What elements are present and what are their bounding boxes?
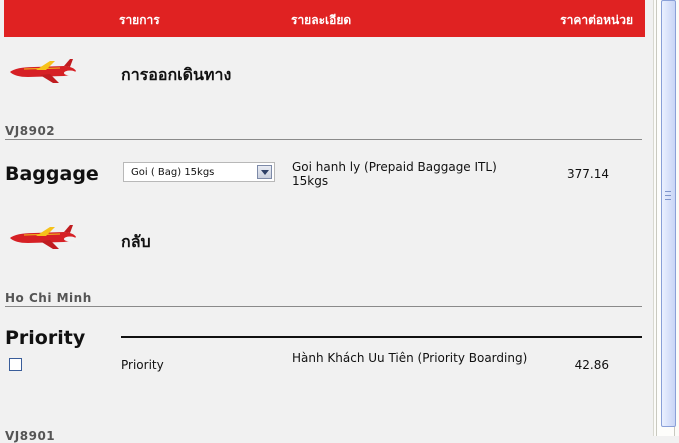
chevron-down-icon[interactable] <box>257 165 272 179</box>
outbound-title: การออกเดินทาง <box>121 65 232 84</box>
vertical-scrollbar[interactable] <box>653 0 679 436</box>
divider <box>5 306 642 307</box>
baggage-price: 377.14 <box>567 167 609 181</box>
priority-checkbox[interactable] <box>9 358 22 371</box>
divider <box>5 139 642 140</box>
priority-item-name: Priority <box>121 358 164 372</box>
priority-price: 42.86 <box>574 358 609 372</box>
baggage-select[interactable]: Goi ( Bag) 15kgs <box>123 162 275 182</box>
table-header: รายการ รายละเอียด ราคาต่อหน่วย <box>4 0 645 37</box>
header-item: รายการ <box>119 13 160 27</box>
outbound-flight-code: VJ8902 <box>5 124 56 138</box>
priority-description: Hành Khách Uu Tiên (Priority Boarding) <box>292 351 528 365</box>
priority-label: Priority <box>5 327 86 349</box>
baggage-selection-page: รายการ รายละเอียด ราคาต่อหน่วย การออกเดิ… <box>0 0 653 443</box>
airplane-icon <box>10 59 76 83</box>
header-unit-price: ราคาต่อหน่วย <box>560 13 633 27</box>
next-flight-code: VJ8901 <box>5 429 56 443</box>
scrollbar-track[interactable] <box>656 0 676 436</box>
return-title: กลับ <box>121 232 151 251</box>
scrollbar-grip-icon <box>665 191 671 200</box>
baggage-select-value: Goi ( Bag) 15kgs <box>131 167 215 178</box>
airplane-icon <box>10 225 76 249</box>
scrollbar-thumb[interactable] <box>661 0 676 427</box>
baggage-label: Baggage <box>5 163 99 185</box>
baggage-description: Goi hanh ly (Prepaid Baggage ITL) 15kgs <box>292 160 497 188</box>
return-city: Ho Chi Minh <box>5 291 92 305</box>
priority-divider <box>121 336 642 338</box>
header-detail: รายละเอียด <box>291 13 352 27</box>
